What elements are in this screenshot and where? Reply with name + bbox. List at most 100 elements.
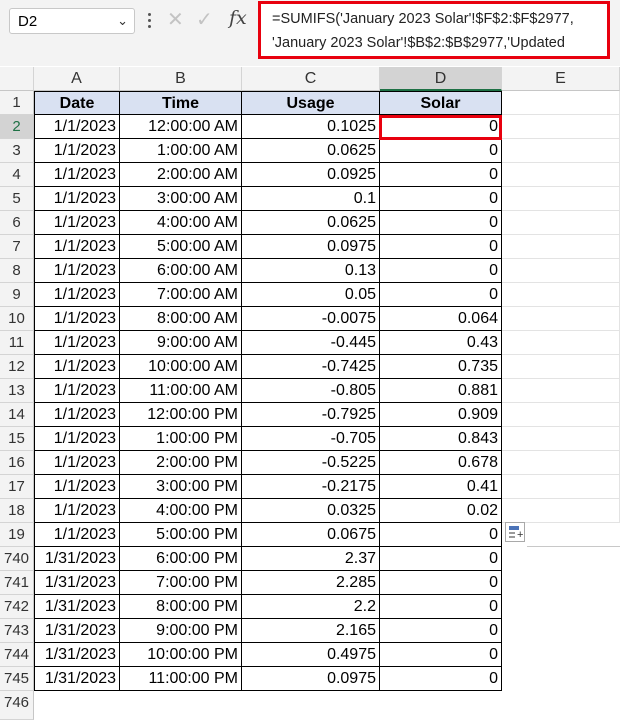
usage-cell[interactable]: 0.05 bbox=[242, 283, 380, 307]
usage-cell[interactable]: -0.2175 bbox=[242, 475, 380, 499]
column-header-e[interactable]: E bbox=[502, 67, 620, 91]
date-cell[interactable]: 1/1/2023 bbox=[34, 115, 120, 139]
empty-cell[interactable] bbox=[502, 331, 620, 355]
date-cell[interactable]: 1/1/2023 bbox=[34, 451, 120, 475]
empty-cell[interactable] bbox=[502, 115, 620, 139]
date-cell[interactable]: 1/1/2023 bbox=[34, 403, 120, 427]
date-cell[interactable]: 1/1/2023 bbox=[34, 235, 120, 259]
empty-cell[interactable] bbox=[502, 259, 620, 283]
time-cell[interactable]: 12:00:00 AM bbox=[120, 115, 242, 139]
date-cell[interactable]: 1/1/2023 bbox=[34, 499, 120, 523]
date-cell[interactable]: 1/1/2023 bbox=[34, 211, 120, 235]
solar-cell[interactable]: 0 bbox=[380, 283, 502, 307]
usage-cell[interactable]: 2.285 bbox=[242, 571, 380, 595]
solar-cell[interactable]: 0.43 bbox=[380, 331, 502, 355]
date-cell[interactable]: 1/1/2023 bbox=[34, 523, 120, 547]
empty-cell[interactable] bbox=[502, 211, 620, 235]
row-header[interactable]: 743 bbox=[0, 619, 34, 643]
time-cell[interactable]: 1:00:00 AM bbox=[120, 139, 242, 163]
time-cell[interactable]: 7:00:00 PM bbox=[120, 571, 242, 595]
solar-cell[interactable]: 0 bbox=[380, 667, 502, 691]
usage-cell[interactable]: 0.0325 bbox=[242, 499, 380, 523]
usage-cell[interactable]: 0.1025 bbox=[242, 115, 380, 139]
empty-cell[interactable] bbox=[502, 283, 620, 307]
date-cell[interactable]: 1/1/2023 bbox=[34, 283, 120, 307]
solar-cell[interactable]: 0 bbox=[380, 619, 502, 643]
solar-cell[interactable]: 0 bbox=[380, 115, 502, 139]
time-cell[interactable]: 8:00:00 AM bbox=[120, 307, 242, 331]
empty-cell[interactable] bbox=[502, 379, 620, 403]
empty-cell[interactable] bbox=[502, 499, 620, 523]
row-header[interactable]: 746 bbox=[0, 691, 34, 720]
header-time[interactable]: Time bbox=[120, 91, 242, 115]
quick-analysis-icon[interactable]: + bbox=[505, 522, 525, 542]
time-cell[interactable]: 3:00:00 AM bbox=[120, 187, 242, 211]
row-header[interactable]: 744 bbox=[0, 643, 34, 667]
usage-cell[interactable]: -0.5225 bbox=[242, 451, 380, 475]
time-cell[interactable]: 2:00:00 PM bbox=[120, 451, 242, 475]
solar-cell[interactable]: 0 bbox=[380, 163, 502, 187]
row-header[interactable]: 741 bbox=[0, 571, 34, 595]
row-header[interactable]: 19 bbox=[0, 523, 34, 547]
empty-cell[interactable] bbox=[502, 187, 620, 211]
time-cell[interactable]: 4:00:00 AM bbox=[120, 211, 242, 235]
usage-cell[interactable]: 0.0675 bbox=[242, 523, 380, 547]
row-header[interactable]: 14 bbox=[0, 403, 34, 427]
header-date[interactable]: Date bbox=[34, 91, 120, 115]
empty-cell[interactable] bbox=[502, 235, 620, 259]
cancel-icon[interactable]: ✕ bbox=[167, 8, 184, 32]
row-header[interactable]: 12 bbox=[0, 355, 34, 379]
time-cell[interactable]: 6:00:00 AM bbox=[120, 259, 242, 283]
row-header[interactable]: 11 bbox=[0, 331, 34, 355]
time-cell[interactable]: 1:00:00 PM bbox=[120, 427, 242, 451]
usage-cell[interactable]: 0.1 bbox=[242, 187, 380, 211]
solar-cell[interactable]: 0.41 bbox=[380, 475, 502, 499]
date-cell[interactable]: 1/1/2023 bbox=[34, 427, 120, 451]
empty-cell[interactable] bbox=[502, 475, 620, 499]
date-cell[interactable]: 1/31/2023 bbox=[34, 547, 120, 571]
usage-cell[interactable]: 2.2 bbox=[242, 595, 380, 619]
usage-cell[interactable]: 0.0625 bbox=[242, 139, 380, 163]
usage-cell[interactable]: -0.0075 bbox=[242, 307, 380, 331]
row-header[interactable]: 10 bbox=[0, 307, 34, 331]
solar-cell[interactable]: 0.843 bbox=[380, 427, 502, 451]
row-header[interactable]: 8 bbox=[0, 259, 34, 283]
row-header[interactable]: 7 bbox=[0, 235, 34, 259]
column-header-a[interactable]: A bbox=[34, 67, 120, 91]
solar-cell[interactable]: 0 bbox=[380, 211, 502, 235]
usage-cell[interactable]: 2.37 bbox=[242, 547, 380, 571]
column-header-c[interactable]: C bbox=[242, 67, 380, 91]
solar-cell[interactable]: 0.678 bbox=[380, 451, 502, 475]
date-cell[interactable]: 1/1/2023 bbox=[34, 379, 120, 403]
date-cell[interactable]: 1/1/2023 bbox=[34, 259, 120, 283]
empty-cell[interactable] bbox=[502, 451, 620, 475]
usage-cell[interactable]: -0.7925 bbox=[242, 403, 380, 427]
row-header[interactable]: 17 bbox=[0, 475, 34, 499]
row-header[interactable]: 1 bbox=[0, 91, 34, 115]
empty-cell[interactable] bbox=[502, 355, 620, 379]
usage-cell[interactable]: -0.805 bbox=[242, 379, 380, 403]
solar-cell[interactable]: 0 bbox=[380, 571, 502, 595]
empty-cell[interactable] bbox=[502, 91, 620, 115]
solar-cell[interactable]: 0.881 bbox=[380, 379, 502, 403]
usage-cell[interactable]: 0.13 bbox=[242, 259, 380, 283]
usage-cell[interactable]: 0.0975 bbox=[242, 235, 380, 259]
usage-cell[interactable]: 0.0925 bbox=[242, 163, 380, 187]
row-header[interactable]: 742 bbox=[0, 595, 34, 619]
date-cell[interactable]: 1/31/2023 bbox=[34, 643, 120, 667]
insert-function-icon[interactable]: fx bbox=[229, 7, 247, 29]
time-cell[interactable]: 12:00:00 PM bbox=[120, 403, 242, 427]
solar-cell[interactable]: 0 bbox=[380, 139, 502, 163]
time-cell[interactable]: 5:00:00 PM bbox=[120, 523, 242, 547]
time-cell[interactable]: 9:00:00 PM bbox=[120, 619, 242, 643]
usage-cell[interactable]: 0.0625 bbox=[242, 211, 380, 235]
time-cell[interactable]: 2:00:00 AM bbox=[120, 163, 242, 187]
row-header[interactable]: 16 bbox=[0, 451, 34, 475]
time-cell[interactable]: 8:00:00 PM bbox=[120, 595, 242, 619]
usage-cell[interactable]: -0.445 bbox=[242, 331, 380, 355]
row-header[interactable]: 740 bbox=[0, 547, 34, 571]
date-cell[interactable]: 1/31/2023 bbox=[34, 619, 120, 643]
date-cell[interactable]: 1/1/2023 bbox=[34, 139, 120, 163]
vertical-dots-icon[interactable] bbox=[146, 13, 152, 31]
solar-cell[interactable]: 0 bbox=[380, 547, 502, 571]
